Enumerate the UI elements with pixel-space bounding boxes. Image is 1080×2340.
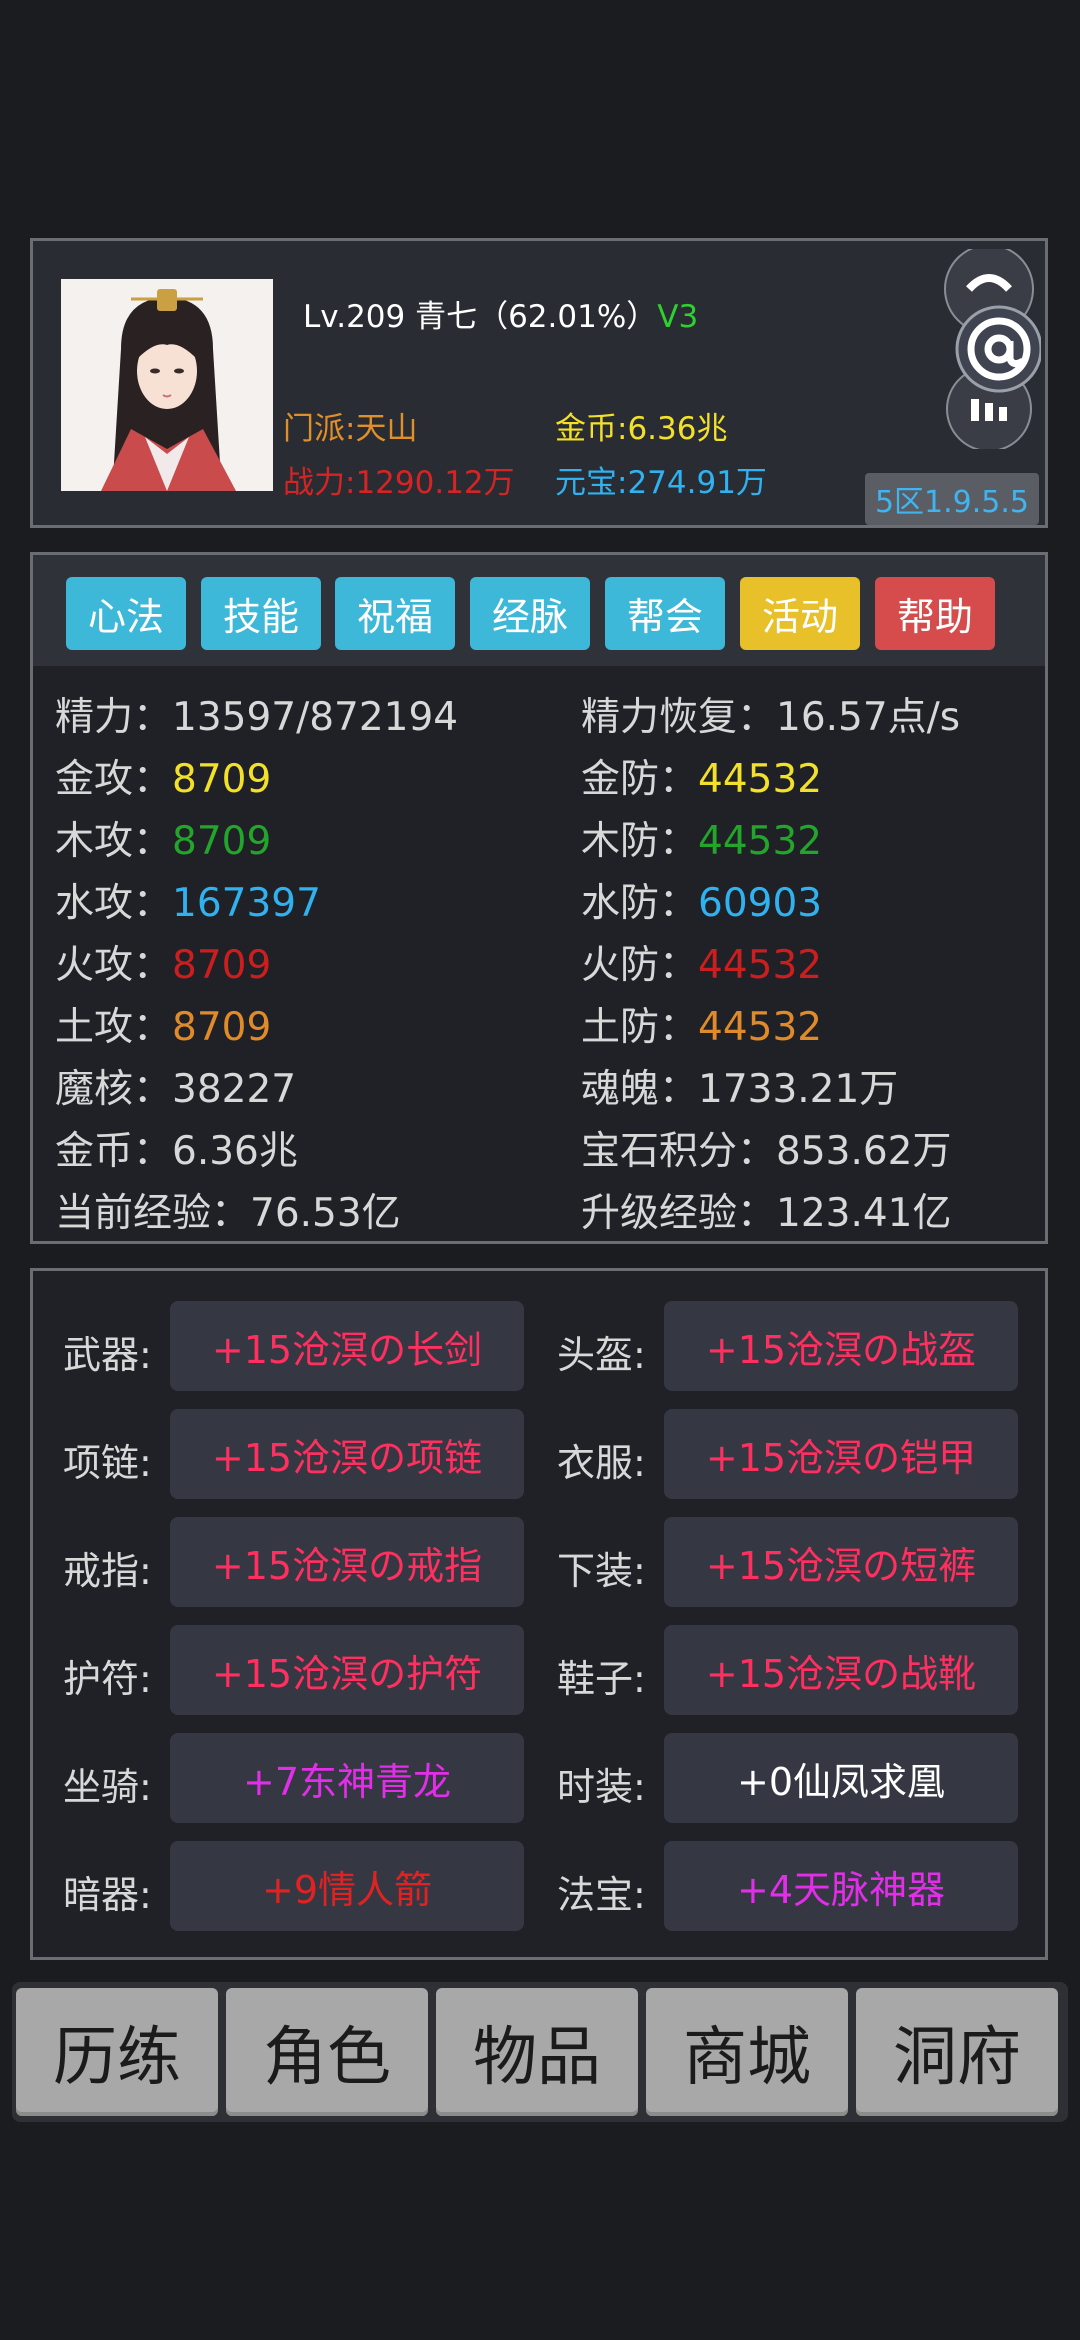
- slot-label-fashion: 时装:: [557, 1765, 646, 1809]
- tab-label: 技能: [222, 595, 299, 639]
- gold-amount: 金币:6.36兆: [555, 411, 728, 447]
- tab-label: 活动: [761, 595, 838, 639]
- equip-slot-hidden-weapon[interactable]: +9情人箭: [170, 1841, 524, 1931]
- equip-slot-mount[interactable]: +7东神青龙: [170, 1733, 524, 1823]
- attribute-stats-panel: 精力：13597/872194 精力恢复：16.57点/s 金攻：8709 金防…: [30, 666, 1048, 1244]
- yuanbao-amount: 元宝:274.91万: [555, 465, 767, 501]
- floating-menu-button[interactable]: [941, 244, 1043, 452]
- equip-item-name: +15沧溟の战盔: [705, 1327, 977, 1372]
- equip-item-name: +15沧溟の短裤: [705, 1543, 977, 1588]
- equip-item-name: +7东神青龙: [242, 1759, 452, 1804]
- slot-label-ring: 戒指:: [63, 1549, 152, 1593]
- nav-label: 物品: [473, 2021, 601, 2095]
- server-version-badge: 5区1.9.5.5: [864, 473, 1039, 525]
- stat-energy: 精力：13597/872194: [55, 695, 459, 740]
- equip-item-name: +15沧溟の长剑: [211, 1327, 483, 1372]
- slot-label-amulet: 护符:: [63, 1657, 152, 1701]
- equip-slot-armor[interactable]: +15沧溟の铠甲: [664, 1409, 1018, 1499]
- tab-label: 帮助: [896, 595, 973, 639]
- stat-gold: 金币：6.36兆: [55, 1129, 298, 1174]
- nav-label: 角色: [263, 2021, 391, 2095]
- slot-label-boots: 鞋子:: [557, 1657, 646, 1701]
- tab-meridians[interactable]: 经脉: [470, 577, 590, 650]
- stat-magic-core: 魔核：38227: [55, 1067, 297, 1112]
- character-profile-panel: Lv.209 青七（62.01%）V3 门派:天山 战力:1290.12万 金币…: [30, 238, 1048, 528]
- tab-label: 心法: [87, 595, 164, 639]
- nav-items[interactable]: 物品: [436, 1988, 638, 2116]
- stat-metal-defense: 金防：44532: [581, 757, 823, 802]
- tab-events[interactable]: 活动: [740, 577, 860, 650]
- function-tab-bar: 心法 技能 祝福 经脉 帮会 活动 帮助: [30, 552, 1048, 670]
- tab-label: 帮会: [626, 595, 703, 639]
- stat-energy-regen: 精力恢复：16.57点/s: [581, 695, 961, 740]
- equip-slot-necklace[interactable]: +15沧溟の项链: [170, 1409, 524, 1499]
- slot-label-necklace: 项链:: [63, 1441, 152, 1485]
- equip-slot-fashion[interactable]: +0仙凤求凰: [664, 1733, 1018, 1823]
- equip-item-name: +9情人箭: [261, 1867, 433, 1912]
- equip-slot-weapon[interactable]: +15沧溟の长剑: [170, 1301, 524, 1391]
- equip-item-name: +15沧溟の铠甲: [705, 1435, 977, 1480]
- tab-blessing[interactable]: 祝福: [335, 577, 455, 650]
- slot-label-armor: 衣服:: [557, 1441, 646, 1485]
- equip-slot-boots[interactable]: +15沧溟の战靴: [664, 1625, 1018, 1715]
- stat-current-exp: 当前经验：76.53亿: [55, 1191, 401, 1236]
- combat-power: 战力:1290.12万: [283, 465, 515, 501]
- tab-skills[interactable]: 技能: [201, 577, 321, 650]
- slot-label-helmet: 头盔:: [557, 1333, 646, 1377]
- stat-wood-attack: 木攻：8709: [55, 819, 272, 864]
- equip-item-name: +4天脉神器: [736, 1867, 946, 1912]
- equip-slot-amulet[interactable]: +15沧溟の护符: [170, 1625, 524, 1715]
- level-name-text: Lv.209 青七（62.01%）: [303, 299, 658, 335]
- sect-label: 门派:天山: [283, 411, 418, 447]
- at-sign-icon: [955, 305, 1043, 393]
- stat-earth-defense: 土防：44532: [581, 1005, 823, 1050]
- nav-training[interactable]: 历练: [16, 1988, 218, 2116]
- stat-level-up-exp: 升级经验：123.41亿: [581, 1191, 952, 1236]
- vip-level: V3: [657, 299, 699, 335]
- tab-label: 经脉: [491, 595, 568, 639]
- nav-label: 历练: [53, 2021, 181, 2095]
- equip-item-name: +15沧溟の护符: [211, 1651, 483, 1696]
- equip-slot-pants[interactable]: +15沧溟の短裤: [664, 1517, 1018, 1607]
- stat-metal-attack: 金攻：8709: [55, 757, 272, 802]
- slot-label-pants: 下装:: [557, 1549, 646, 1593]
- nav-cave[interactable]: 洞府: [856, 1988, 1058, 2116]
- stat-wood-defense: 木防：44532: [581, 819, 823, 864]
- bottom-navigation: 历练 角色 物品 商城 洞府: [12, 1982, 1068, 2122]
- stat-soul: 魂魄：1733.21万: [581, 1067, 899, 1112]
- nav-label: 商城: [683, 2021, 811, 2095]
- slot-label-weapon: 武器:: [63, 1333, 152, 1377]
- nav-label: 洞府: [893, 2021, 1021, 2095]
- tab-xinfa[interactable]: 心法: [66, 577, 186, 650]
- tab-help[interactable]: 帮助: [875, 577, 995, 650]
- stat-gem-points: 宝石积分：853.62万: [581, 1129, 952, 1174]
- character-avatar[interactable]: [61, 279, 273, 491]
- stat-earth-attack: 土攻：8709: [55, 1005, 272, 1050]
- slot-label-artifact: 法宝:: [557, 1873, 646, 1917]
- nav-shop[interactable]: 商城: [646, 1988, 848, 2116]
- level-and-name: Lv.209 青七（62.01%）V3: [303, 291, 698, 336]
- equip-slot-ring[interactable]: +15沧溟の戒指: [170, 1517, 524, 1607]
- stat-water-defense: 水防：60903: [581, 881, 823, 926]
- stat-fire-defense: 火防：44532: [581, 943, 823, 988]
- slot-label-hidden-weapon: 暗器:: [63, 1873, 152, 1917]
- equip-item-name: +0仙凤求凰: [736, 1759, 946, 1804]
- character-portrait-image: [61, 279, 273, 491]
- tab-guild[interactable]: 帮会: [605, 577, 725, 650]
- equip-item-name: +15沧溟の戒指: [211, 1543, 483, 1588]
- equip-item-name: +15沧溟の项链: [211, 1435, 483, 1480]
- stat-water-attack: 水攻：167397: [55, 881, 321, 926]
- tab-label: 祝福: [356, 595, 433, 639]
- equip-item-name: +15沧溟の战靴: [705, 1651, 977, 1696]
- equipment-panel: 武器: +15沧溟の长剑 头盔: +15沧溟の战盔 项链: +15沧溟の项链 衣…: [30, 1268, 1048, 1960]
- nav-character[interactable]: 角色: [226, 1988, 428, 2116]
- stat-fire-attack: 火攻：8709: [55, 943, 272, 988]
- equip-slot-artifact[interactable]: +4天脉神器: [664, 1841, 1018, 1931]
- slot-label-mount: 坐骑:: [63, 1765, 152, 1809]
- equip-slot-helmet[interactable]: +15沧溟の战盔: [664, 1301, 1018, 1391]
